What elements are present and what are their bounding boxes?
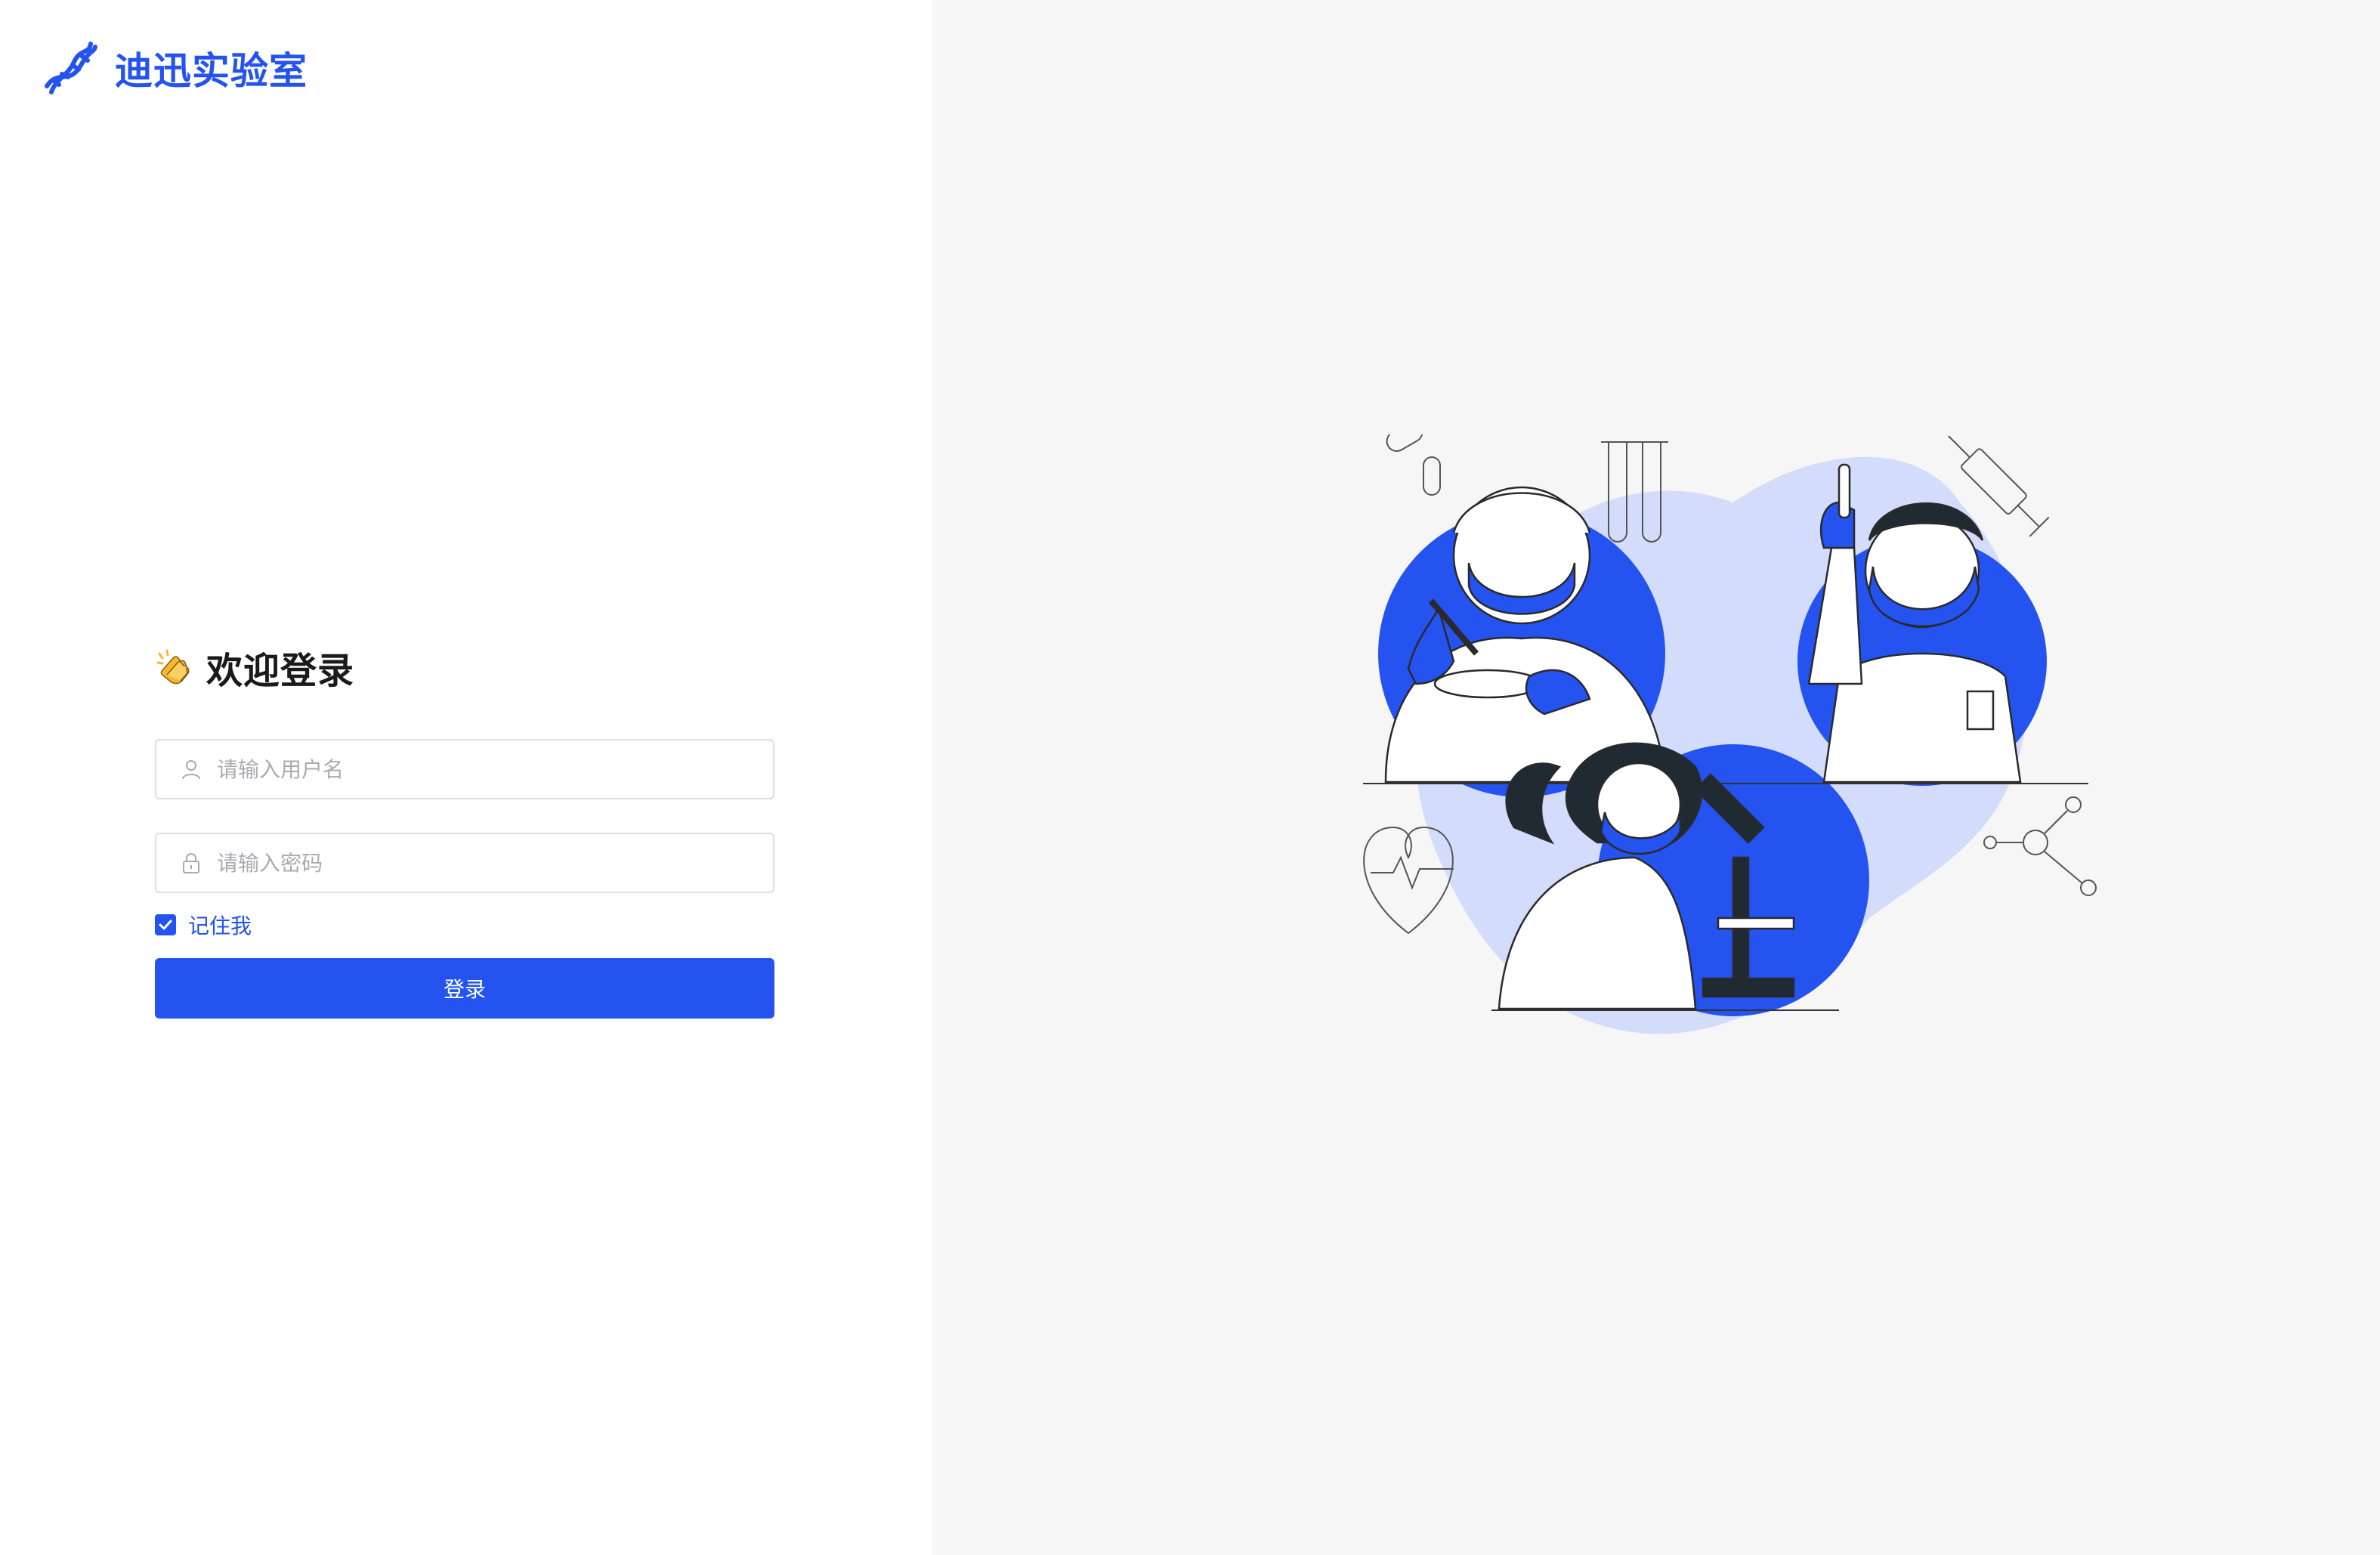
lock-icon <box>183 853 199 873</box>
brand: 迪迅实验室 <box>42 39 308 97</box>
login-panel: 迪迅实验室 欢迎登录 请输入用户名 记住我 登录 <box>0 0 932 1555</box>
clapping-hands-icon <box>156 649 190 685</box>
remember-checkbox[interactable] <box>155 914 176 935</box>
password-field[interactable] <box>155 833 774 893</box>
user-icon <box>182 760 200 780</box>
molecule-icon <box>1983 796 2097 896</box>
brand-name: 迪迅实验室 <box>115 49 308 93</box>
check-icon <box>159 920 172 930</box>
remember-me[interactable]: 记住我 <box>155 910 774 940</box>
page-title: 欢迎登录 <box>206 650 355 692</box>
password-input[interactable] <box>217 840 746 886</box>
lab-scientists-illustration <box>1363 434 2097 1034</box>
login-form: 欢迎登录 请输入用户名 记住我 登录 <box>155 641 774 1019</box>
welcome-heading: 欢迎登录 <box>155 641 774 694</box>
illustration-panel <box>932 0 2380 1555</box>
username-input[interactable] <box>217 747 746 792</box>
login-page: 迪迅实验室 欢迎登录 请输入用户名 记住我 登录 <box>0 0 2380 1555</box>
login-button[interactable]: 登录 <box>155 958 774 1019</box>
pill-icons <box>1386 434 1441 496</box>
username-field[interactable] <box>155 739 774 799</box>
remember-label[interactable]: 记住我 <box>188 910 252 940</box>
dna-helix-icon <box>45 42 97 94</box>
